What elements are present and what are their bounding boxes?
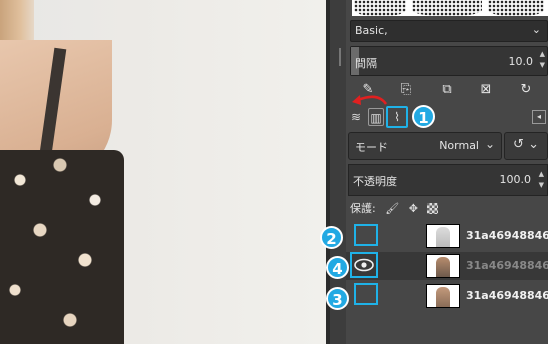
duplicate-brush-icon[interactable]: ⎘	[396, 80, 416, 100]
layer-name: 31a46948846c	[466, 229, 548, 242]
layer-thumbnail	[426, 284, 460, 308]
brush-swatch[interactable]	[354, 0, 406, 16]
dock-resize-handle[interactable]	[339, 48, 341, 66]
brush-preset-select[interactable]: Basic, ⌄	[350, 20, 548, 42]
opacity-label: 不透明度	[353, 175, 397, 188]
mode-value: Normal	[439, 139, 479, 152]
lock-label: 保護:	[350, 202, 376, 215]
layer-thumbnail	[426, 254, 460, 278]
brush-swatch[interactable]	[488, 0, 544, 16]
annotation-arrow-icon	[352, 95, 388, 105]
layer-name: 31a46948846c	[466, 289, 548, 302]
layer-row[interactable]: 31a46948846c	[346, 252, 548, 280]
refresh-icon[interactable]: ↻	[516, 80, 536, 100]
callout-badge-1: 1	[412, 105, 435, 128]
mode-label: モード	[355, 141, 388, 154]
eye-icon[interactable]	[350, 252, 378, 278]
visibility-toggle-icon[interactable]	[354, 224, 378, 246]
layer-row[interactable]: 31a46948846c	[346, 282, 548, 310]
opacity-value: 100.0	[499, 173, 532, 186]
layer-thumbnail	[426, 224, 460, 248]
chevron-down-icon: ⌄	[531, 23, 541, 36]
lock-position-icon[interactable]: ✥	[409, 202, 418, 215]
photo-dress	[0, 150, 124, 344]
callout-badge-2: 2	[320, 226, 343, 249]
brush-swatch[interactable]	[412, 0, 482, 16]
chevron-down-icon: ⌄	[484, 137, 495, 151]
image-canvas[interactable]	[0, 0, 326, 344]
spacing-label: 間隔	[355, 57, 377, 70]
preset-value: Basic,	[355, 24, 388, 37]
spin-arrows-icon[interactable]: ▲ ▼	[539, 169, 544, 191]
visibility-toggle-icon[interactable]	[354, 283, 378, 305]
layer-row[interactable]: 31a46948846c	[346, 222, 548, 250]
composite-mode-button[interactable]: ↺ ⌄	[504, 132, 548, 160]
opacity-spinner[interactable]: 不透明度 100.0 ▲ ▼	[348, 164, 548, 196]
lock-row: 保護: 🖌 ✥	[350, 200, 444, 216]
tab-menu-icon[interactable]: ◂	[532, 110, 546, 124]
chevron-down-icon: ⌄	[528, 137, 539, 152]
layer-name: 31a46948846c	[466, 259, 548, 272]
lock-pixels-icon[interactable]: 🖌	[385, 202, 399, 215]
reset-icon: ↺	[513, 137, 524, 152]
delete-brush-icon[interactable]: ⊠	[476, 80, 496, 100]
callout-badge-3: 3	[326, 287, 349, 310]
copy-location-icon[interactable]: ⧉	[437, 80, 457, 100]
lock-alpha-icon[interactable]	[427, 202, 439, 214]
callout-badge-4: 4	[326, 256, 349, 279]
spacing-value: 10.0	[508, 55, 534, 68]
spacing-spinner[interactable]: 間隔 10.0 ▲ ▼	[350, 46, 548, 76]
spin-arrows-icon[interactable]: ▲ ▼	[540, 49, 545, 71]
brush-preview-strip[interactable]	[352, 0, 548, 16]
layer-mode-select[interactable]: モード Normal ⌄	[348, 132, 502, 160]
